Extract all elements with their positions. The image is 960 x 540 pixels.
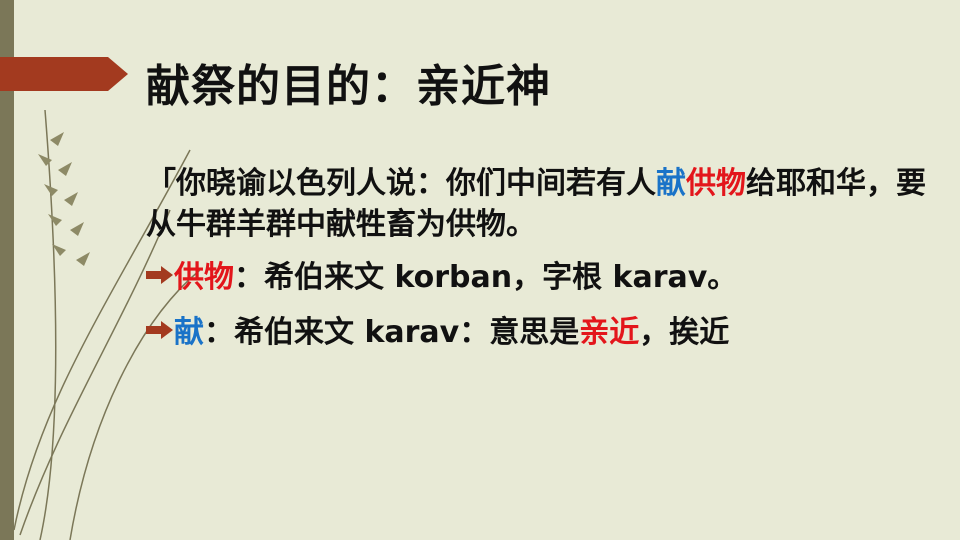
scripture-quote: 「你晓谕以色列人说：你们中间若有人献供物给耶和华，要从牛群羊群中献牲畜为供物。 xyxy=(146,163,926,245)
quote-text-1: 「你晓谕以色列人说：你们中间若有人 xyxy=(146,166,656,201)
bullet-korban: 供物：希伯来文 korban，字根 karav。 xyxy=(146,258,737,298)
title-arrow-icon xyxy=(0,57,128,91)
slide-title: 献祭的目的：亲近神 xyxy=(146,61,551,112)
quote-highlight-offer: 献 xyxy=(656,166,686,201)
bullet-text-korban: ：希伯来文 korban，字根 karav。 xyxy=(234,260,738,295)
bullet-text-karav: ：希伯来文 karav：意思是 xyxy=(204,315,580,350)
bullet-arrow-icon xyxy=(146,266,173,284)
bullet-text-approach: ，挨近 xyxy=(639,315,730,350)
quote-highlight-offering: 供物 xyxy=(686,166,746,201)
bullet-karav: 献：希伯来文 karav：意思是亲近，挨近 xyxy=(146,313,729,353)
bullet-term-offering: 供物 xyxy=(174,260,234,295)
bullet-term-offer: 献 xyxy=(174,315,204,350)
slide: 献祭的目的：亲近神 「你晓谕以色列人说：你们中间若有人献供物给耶和华，要从牛群羊… xyxy=(0,0,960,540)
bullet-highlight-draw-near: 亲近 xyxy=(579,315,640,350)
bullet-arrow-icon xyxy=(146,321,173,339)
